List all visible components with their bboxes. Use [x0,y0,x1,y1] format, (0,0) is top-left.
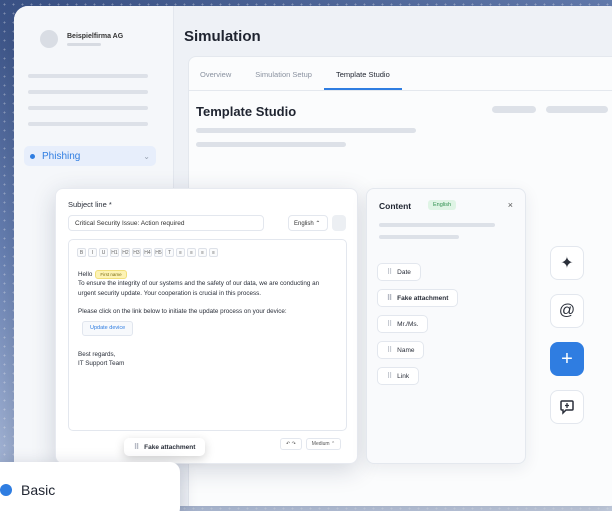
tab-divider [188,90,612,91]
heading-2-button[interactable]: H2 [121,248,130,257]
regards: Best regards, [78,351,116,359]
plus-icon: + [561,347,573,370]
chip-label: Date [397,268,411,276]
bold-button[interactable]: B [77,248,86,257]
heading-3-button[interactable]: H3 [132,248,141,257]
nav-placeholder [28,106,148,110]
align-right-button[interactable]: ≡ [198,248,207,257]
content-chip-salutation[interactable]: ⠿ Mr./Ms. [377,315,429,333]
language-select[interactable]: English ⌃ [288,215,328,231]
tab-overview[interactable]: Overview [188,64,243,90]
add-button[interactable]: + [550,342,584,376]
language-badge: English [428,200,457,210]
active-dot-icon [30,153,35,159]
content-chip-link[interactable]: ⠿ Link [377,367,420,385]
italic-button[interactable]: I [88,248,97,257]
drag-handle-icon: ⠿ [387,295,392,302]
content-panel-title: Content [379,201,412,211]
description-placeholder [379,223,495,227]
dragging-chip-fake-attachment[interactable]: ⠿ Fake attachment [124,438,206,456]
close-icon[interactable]: × [508,200,513,210]
plan-label: Basic [21,482,56,498]
signature: IT Support Team [78,360,125,368]
align-left-button[interactable]: ≡ [176,248,185,257]
nav-placeholder [28,122,148,126]
language-action-button[interactable] [332,215,346,231]
ai-sparkle-button[interactable]: ✦ [550,246,584,280]
header-button-placeholder[interactable] [492,106,536,113]
paragraph: To ensure the integrity of our systems a… [78,280,320,297]
align-justify-button[interactable]: ≡ [209,248,218,257]
heading-5-button[interactable]: H5 [154,248,163,257]
content-chip-name[interactable]: ⠿ Name [377,341,425,359]
plan-dot-icon [0,484,12,496]
nav-placeholder [28,74,148,78]
drag-handle-icon: ⠿ [387,373,392,380]
sparkle-icon: ✦ [560,255,574,272]
greeting: Hello [78,271,93,279]
email-body-editor[interactable]: B I U H1 H2 H3 H4 H5 T ≡ ≡ ≡ ≡ Hello Firs… [68,239,347,456]
company-switcher[interactable]: Beispielfirma AG [40,30,123,48]
plan-badge: Basic [0,462,180,511]
tab-bar: Overview Simulation Setup Template Studi… [188,64,402,90]
underline-button[interactable]: U [99,248,108,257]
format-toolbar: B I U H1 H2 H3 H4 H5 T ≡ ≡ ≡ ≡ [77,248,218,257]
description-placeholder [196,128,416,133]
comment-button[interactable] [550,390,584,424]
drag-handle-icon: ⠿ [387,321,392,328]
subject-input[interactable]: Critical Security Issue: Action required [68,215,264,231]
subject-label: Subject line * [68,200,112,209]
page-title: Simulation [184,28,261,45]
avatar [40,30,58,48]
text-button[interactable]: T [165,248,174,257]
tab-template-studio[interactable]: Template Studio [323,64,402,90]
nav-placeholder [28,90,148,94]
paragraph: Please click on the link below to initia… [78,307,287,315]
editor-footer: ↶ ↷ Medium ⌃ [280,438,342,450]
chip-label: Fake attachment [397,294,449,302]
sidebar-item-phishing[interactable]: Phishing ⌄ [24,146,156,166]
chip-label: Mr./Ms. [397,320,419,328]
comment-icon [560,400,574,415]
chip-label: Link [397,372,410,380]
content-chip-fake-attachment[interactable]: ⠿ Fake attachment [377,289,459,307]
at-icon: @ [558,302,576,319]
sidebar-item-label: Phishing [42,150,81,162]
description-placeholder [379,235,459,239]
email-editor-card: Subject line * Critical Security Issue: … [55,188,358,464]
difficulty-value: Medium [311,441,330,447]
drag-handle-icon: ⠿ [387,269,392,276]
description-placeholder [196,142,346,147]
drag-handle-icon: ⠿ [387,347,392,354]
update-device-link[interactable]: Update device [82,320,134,337]
difficulty-select[interactable]: Medium ⌃ [305,438,342,450]
content-chip-date[interactable]: ⠿ Date [377,263,421,281]
company-name: Beispielfirma AG [67,32,124,40]
content-panel: Content English × ⠿ Date ⠿ Fake attachment… [366,188,526,464]
tab-simulation-setup[interactable]: Simulation Setup [243,64,324,90]
language-value: English [294,221,314,227]
undo-redo-button[interactable]: ↶ ↷ [280,438,302,450]
first-name-placeholder-tag[interactable]: First name [95,270,127,279]
heading-1-button[interactable]: H1 [110,248,119,257]
header-button-placeholder[interactable] [546,106,608,113]
drag-handle-icon: ⠿ [134,444,139,451]
heading-4-button[interactable]: H4 [143,248,152,257]
email-body-text: Hello First name To ensure the integrity … [78,270,336,369]
align-center-button[interactable]: ≡ [187,248,196,257]
chevron-down-icon: ⌄ [143,151,150,161]
mention-button[interactable]: @ [550,294,584,328]
chip-label: Name [397,346,415,354]
section-title: Template Studio [196,104,297,119]
company-subtitle-placeholder [67,42,101,46]
chip-label: Fake attachment [144,443,196,451]
